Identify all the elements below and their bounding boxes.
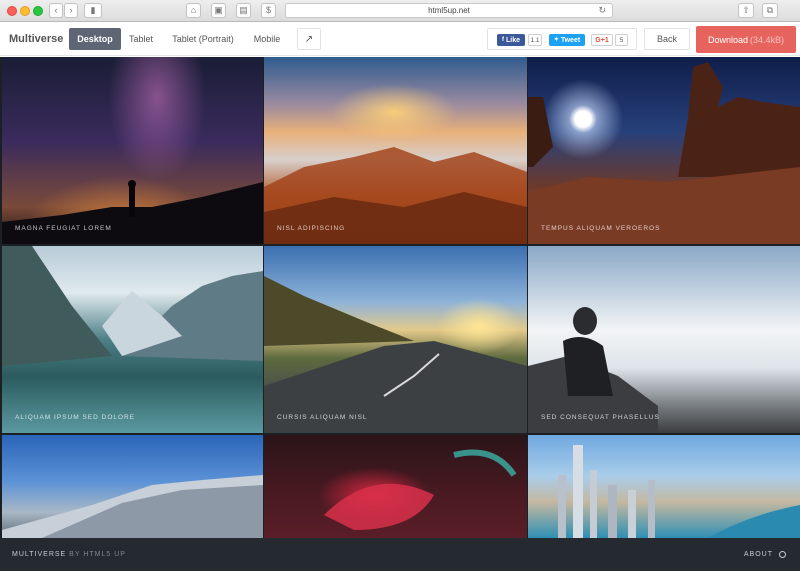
footer-credit: Multiverse by HTML5 UP [12,551,126,558]
tab-tablet[interactable]: Tablet [121,28,161,50]
address-text: html5up.net [428,6,470,15]
sidebar-icon[interactable]: ▮ [84,3,102,18]
address-bar[interactable]: html5up.net ↻ [285,3,613,18]
city-skyline-image [558,445,800,538]
open-external-icon[interactable]: ↗ [297,28,321,50]
gallery-item[interactable]: Tempus aliquam veroeros [528,57,800,244]
tabs-overview-icon[interactable]: ⧉ [762,3,778,18]
tab-tablet-portrait[interactable]: Tablet (Portrait) [161,28,245,50]
back-button[interactable]: Back [644,28,690,50]
photo-gallery: Magna feugiat lorem Nisl adipiscing Temp… [0,57,800,571]
gallery-caption: Sed consequat phasellus [541,414,660,421]
tab-desktop[interactable]: Desktop [69,28,121,50]
zoom-window-button[interactable] [33,6,43,16]
brand-title: Multiverse [9,33,64,45]
share-icon[interactable]: ⇧ [738,3,754,18]
twitter-bird-icon: ✦ [553,37,559,43]
gallery-item[interactable] [2,435,263,538]
gallery-caption: Nisl adipiscing [277,225,346,232]
gallery-item[interactable] [528,435,800,538]
back-arrow-icon[interactable]: ‹ [49,3,63,18]
google-plus-count: 5 [615,34,628,46]
desert-rocks-image [528,62,800,244]
tab-mobile[interactable]: Mobile [245,28,289,50]
extension-icon[interactable]: ▣ [211,3,226,18]
tweet-label: Tweet [560,36,581,44]
person-above-clouds-image [528,307,658,433]
social-share-group: f Like 1.1 ✦ Tweet G+1 5 [487,28,637,50]
google-plus-button[interactable]: G+1 [591,34,613,46]
gallery-item[interactable]: Cursis aliquam nisl [264,246,527,433]
minimize-window-button[interactable] [20,6,30,16]
close-window-button[interactable] [7,6,17,16]
sunset-mountains-image [264,147,527,244]
gallery-item[interactable]: Aliquam ipsum sed dolore [2,246,263,433]
about-label: About [743,551,773,558]
forward-arrow-icon[interactable]: › [64,3,78,18]
tweet-button[interactable]: ✦ Tweet [549,34,585,46]
download-button[interactable]: Download (34.4kB) [696,26,796,53]
about-link[interactable]: About [744,551,786,558]
gallery-caption: Tempus aliquam veroeros [541,225,661,232]
reload-icon[interactable]: ↻ [598,5,606,16]
download-label: Download [707,34,748,45]
gallery-item[interactable] [264,435,527,538]
gallery-item[interactable]: Nisl adipiscing [264,57,527,244]
plus-circle-icon [779,551,786,558]
browser-toolbar: ‹ › ▮ ⌂ ▣ ▤ $ html5up.net ↻ ⇧ ⧉ [0,0,800,22]
gallery-item[interactable]: Magna feugiat lorem [2,57,263,244]
dollar-extension-icon[interactable]: $ [261,3,276,18]
lake-mountains-image [2,246,263,366]
building-facade-image [2,475,263,538]
mountain-road-image [264,276,527,433]
reader-icon[interactable]: ▤ [236,3,251,18]
home-icon[interactable]: ⌂ [186,3,201,18]
mountain-silhouette-image [2,180,263,244]
site-footer: Multiverse by HTML5 UP About [0,538,800,571]
download-size: (34.4kB) [750,34,785,45]
facebook-like-button[interactable]: f Like [497,34,525,46]
facebook-icon: f [501,37,504,43]
footer-brand: Multiverse [12,551,67,558]
like-label: Like [505,36,520,44]
gallery-caption: Cursis aliquam nisl [277,414,368,421]
gallery-caption: Aliquam ipsum sed dolore [15,414,136,421]
footer-by-link[interactable]: by HTML5 UP [69,551,126,558]
like-count: 1.1 [528,34,542,46]
preview-toolbar: Multiverse Desktop Tablet Tablet (Portra… [0,23,800,56]
gallery-item[interactable]: Sed consequat phasellus [528,246,800,433]
gallery-caption: Magna feugiat lorem [15,225,112,232]
glowing-hands-image [324,449,517,530]
